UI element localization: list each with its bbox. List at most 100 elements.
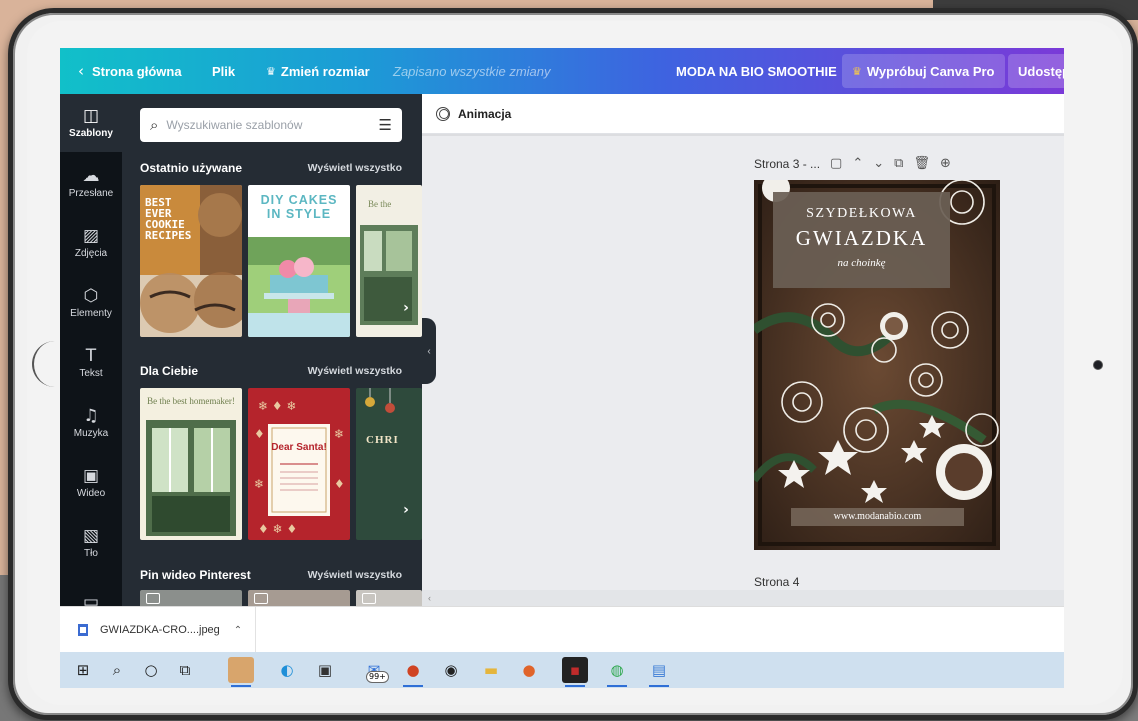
rail-item-background[interactable]: ▧ Tło: [60, 514, 122, 572]
previous-page-edge: [422, 134, 1064, 136]
section-title: Dla Ciebie: [140, 364, 199, 378]
horizontal-scrollbar[interactable]: ‹: [422, 590, 1064, 606]
file-menu[interactable]: Plik: [212, 48, 235, 94]
share-button[interactable]: Udostęp: [1008, 54, 1064, 88]
chrome-icon[interactable]: ◍: [604, 657, 630, 687]
paint-app-icon[interactable]: [228, 657, 254, 687]
scroll-right-chevron-icon[interactable]: ›: [398, 296, 414, 320]
task-view-icon[interactable]: ⧉: [172, 657, 198, 683]
collapse-panel-button[interactable]: ‹: [422, 318, 436, 384]
video-play-icon: [146, 593, 160, 604]
rail-item-photos[interactable]: ▨ Zdjęcia: [60, 214, 122, 272]
windows-taskbar: ⊞ ⌕ ○ ⧉ ◐ ▣ ✉ 99+ ● ◉ ▬ ● ▪ ◍ ▤: [60, 652, 1064, 688]
template-thumbnail-cookies[interactable]: BEST EVER COOKIE RECIPES: [140, 185, 242, 337]
powerpoint-icon[interactable]: ●: [400, 657, 426, 687]
editor-toolbar: Animacja: [422, 94, 1064, 134]
santa-pattern-image: ❄ ♦ ❄ ♦ ❄ ❄ ♦ ♦ ❄ ♦: [254, 399, 345, 536]
pinterest-video-thumbnail[interactable]: [356, 590, 422, 606]
add-page-icon[interactable]: ⊕: [940, 156, 951, 171]
see-all-link[interactable]: Wyświetl wszystko: [308, 365, 402, 377]
note-icon[interactable]: ▢: [830, 156, 842, 171]
svg-text:♦ ❄ ♦: ♦ ❄ ♦: [258, 522, 297, 536]
homemaker-template-image: [146, 420, 236, 536]
search-placeholder: Wyszukiwanie szablonów: [166, 118, 303, 132]
design-page[interactable]: SZYDEŁKOWA GWIAZDKA na choinkę www.modan…: [754, 180, 1000, 550]
rail-item-templates[interactable]: ◫ Szablony: [60, 94, 122, 152]
template-thumbnail-homemaker[interactable]: Be the best homemaker!: [140, 388, 242, 540]
project-title[interactable]: MODA NA BIO SMOOTHIE: [676, 48, 837, 94]
next-page-title[interactable]: Strona 4: [754, 575, 799, 589]
upload-cloud-icon: ☁: [82, 166, 100, 186]
rail-label: Zdjęcia: [74, 248, 108, 259]
filter-icon[interactable]: ☰: [379, 116, 392, 134]
design-url[interactable]: www.modanabio.com: [791, 508, 964, 526]
background-icon: ▧: [82, 526, 100, 546]
svg-text:♦: ♦: [254, 427, 265, 441]
rail-label: Tło: [84, 548, 98, 559]
music-icon: ♫: [83, 406, 99, 426]
firefox-icon[interactable]: ●: [516, 657, 542, 683]
pinterest-video-thumbnail[interactable]: [248, 590, 350, 606]
obs-icon[interactable]: ◉: [438, 657, 464, 683]
rail-item-uploads[interactable]: ☁ Przesłane: [60, 154, 122, 212]
rail-item-elements[interactable]: ⬡ Elementy: [60, 274, 122, 332]
tablet-camera: [1093, 360, 1103, 370]
rail-item-text[interactable]: T Tekst: [60, 334, 122, 392]
duplicate-page-icon[interactable]: ⧉: [894, 156, 903, 171]
rail-label: Wideo: [76, 488, 106, 499]
try-pro-label: Wypróbuj Canva Pro: [866, 63, 995, 79]
cookie-template-title: BEST EVER COOKIE RECIPES: [145, 196, 192, 242]
move-down-icon[interactable]: ⌄: [873, 156, 884, 171]
download-item[interactable]: GWIAZDKA-CRO....jpeg ⌃: [60, 607, 256, 653]
home-label: Strona główna: [92, 63, 182, 79]
move-up-icon[interactable]: ⌃: [852, 156, 863, 171]
templates-panel: ⌕ Wyszukiwanie szablonów ☰ Ostatnio używ…: [122, 94, 422, 606]
svg-text:♦: ♦: [334, 477, 345, 491]
santa-template-title: Dear Santa!: [271, 442, 327, 453]
cortana-icon[interactable]: ○: [138, 657, 164, 683]
design-title-box[interactable]: SZYDEŁKOWA GWIAZDKA na choinkę: [773, 192, 950, 288]
edge-browser-icon[interactable]: ◐: [274, 657, 300, 683]
chevron-up-icon[interactable]: ⌃: [234, 625, 242, 636]
rail-item-video[interactable]: ▣ Wideo: [60, 454, 122, 512]
template-search-input[interactable]: ⌕ Wyszukiwanie szablonów ☰: [140, 108, 402, 142]
windows-start-icon[interactable]: ⊞: [70, 657, 96, 683]
design-title-line1: SZYDEŁKOWA: [806, 206, 917, 221]
search-icon[interactable]: ⌕: [104, 657, 130, 683]
crown-icon: ♛: [852, 65, 862, 78]
image-file-icon: [78, 624, 88, 636]
crown-icon: ♛: [266, 65, 276, 78]
see-all-link[interactable]: Wyświetl wszystko: [308, 569, 402, 581]
media-app-icon[interactable]: ▪: [562, 657, 588, 687]
resize-button[interactable]: ♛ Zmień rozmiar: [266, 48, 370, 94]
video-play-icon: [362, 593, 376, 604]
page-title[interactable]: Strona 3 - ...: [754, 157, 820, 171]
elements-icon: ⬡: [83, 286, 99, 306]
svg-text:❄ ♦ ❄: ❄ ♦ ❄: [258, 399, 297, 413]
rail-label: Elementy: [70, 308, 112, 319]
cakes-template-image: [248, 237, 350, 337]
pinterest-video-thumbnail[interactable]: [140, 590, 242, 606]
side-rail: ◫ Szablony ☁ Przesłane ▨ Zdjęcia ⬡ Eleme…: [60, 94, 122, 611]
rail-label: Przesłane: [68, 188, 114, 199]
home-link[interactable]: ‹ Strona główna: [78, 48, 182, 94]
see-all-link[interactable]: Wyświetl wszystko: [308, 162, 402, 174]
scroll-right-chevron-icon[interactable]: ›: [398, 498, 414, 522]
template-thumbnail-cakes[interactable]: DIY CAKES IN STYLE: [248, 185, 350, 337]
editor-topbar: ‹ Strona główna Plik ♛ Zmień rozmiar Zap…: [60, 48, 1064, 94]
animation-button[interactable]: Animacja: [458, 107, 511, 121]
back-chevron-icon: ‹: [78, 62, 84, 80]
try-pro-button[interactable]: ♛ Wypróbuj Canva Pro: [842, 54, 1005, 88]
template-thumbnail-santa[interactable]: ❄ ♦ ❄ ♦ ❄ ❄ ♦ ♦ ❄ ♦ Dear Santa!: [248, 388, 350, 540]
photos-app-icon[interactable]: ▤: [646, 657, 672, 687]
screen: ‹ Strona główna Plik ♛ Zmień rozmiar Zap…: [60, 48, 1064, 688]
rail-item-music[interactable]: ♫ Muzyka: [60, 394, 122, 452]
section-title: Ostatnio używane: [140, 161, 243, 175]
animation-icon: [436, 106, 450, 121]
store-icon[interactable]: ▣: [312, 657, 338, 683]
delete-page-icon[interactable]: 🗑: [913, 156, 930, 171]
file-explorer-icon[interactable]: ▬: [478, 657, 504, 683]
section-title: Pin wideo Pinterest: [140, 568, 251, 582]
mail-icon[interactable]: ✉ 99+: [356, 657, 392, 683]
design-title-line2: GWIAZDKA: [795, 226, 928, 250]
